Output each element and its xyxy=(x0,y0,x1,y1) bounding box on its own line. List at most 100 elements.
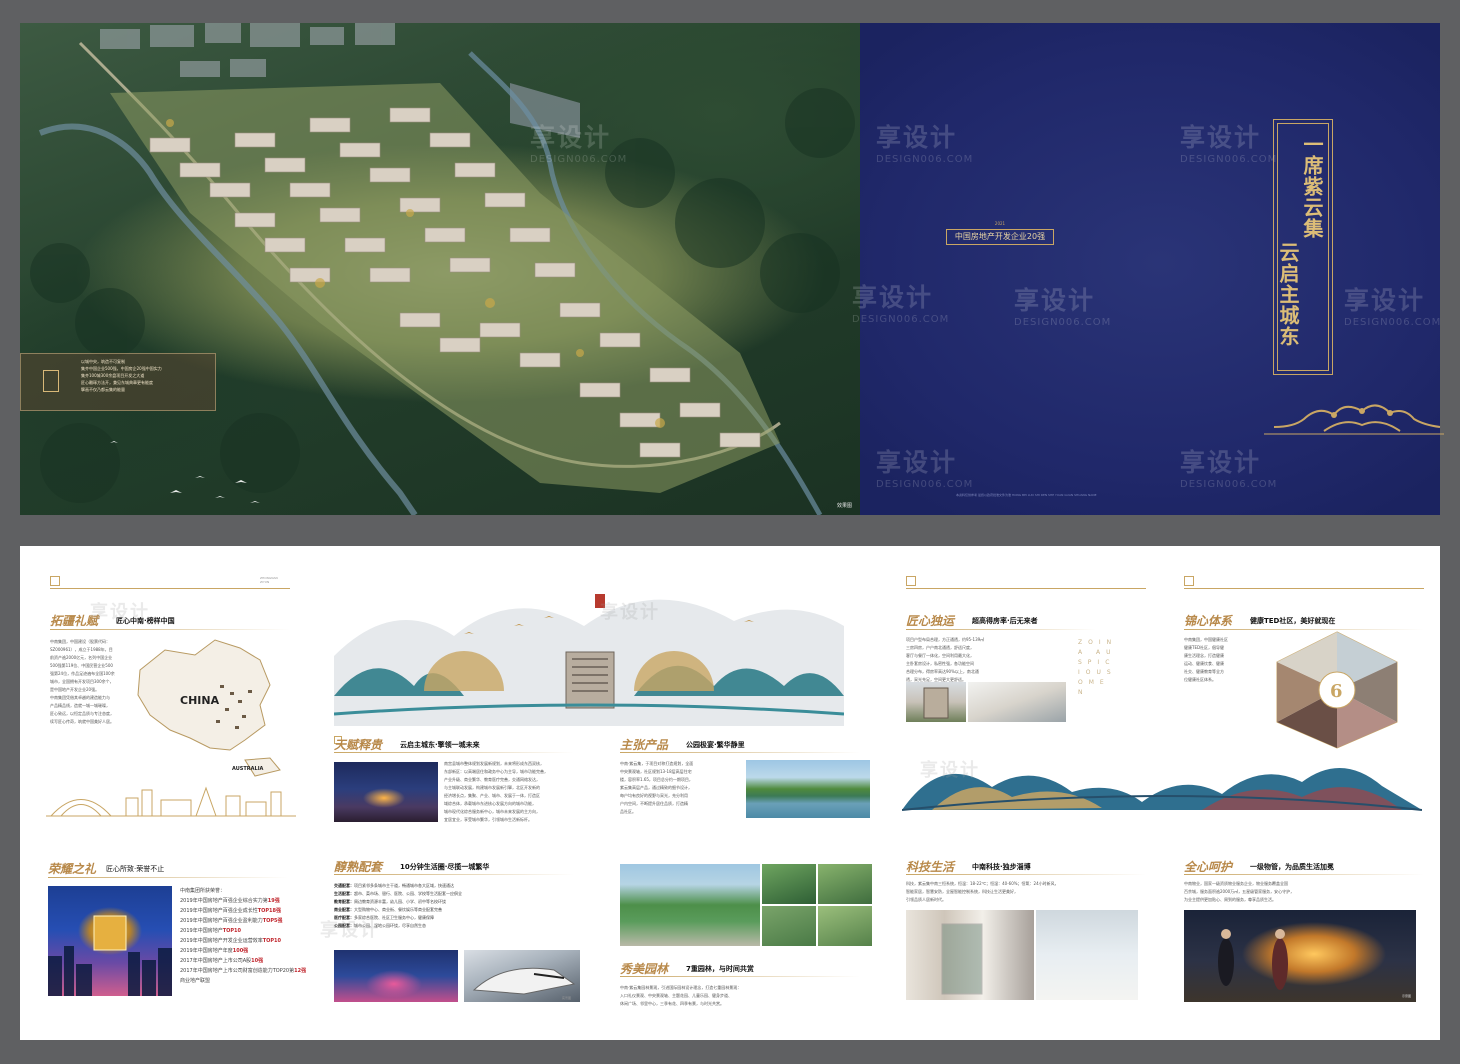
garden-photo xyxy=(818,864,872,904)
slogan-line-2: 云启主城东 xyxy=(1276,242,1300,347)
panel-company: ZHONGNAN ZIYUN 拓疆礼赋 匠心中南·榜样中国 中南集团，中国建设（… xyxy=(20,546,306,1040)
para-line: 东部新区：以高端居住和政务中心为主导，城市功能完善， xyxy=(444,769,548,774)
watermark-text: 享设计 xyxy=(1180,123,1262,152)
top-spread: 以城中央，筑造不可复制 集齐中国企业500强，中国房企20强中国实力 集齐100… xyxy=(20,23,1444,515)
honor-item: 2019年中国房地产百强企业成长性TOP18强 xyxy=(180,906,306,916)
garden-photo xyxy=(762,906,816,946)
property-service-text: 中南物业，国家一级资质物业服务企业，物业服务覆盖全国 百余城，服务面积逾2000… xyxy=(1184,880,1424,906)
section-subtitle: 云启主城东·擎领一城未来 xyxy=(400,741,480,749)
design-text: 项目户型布局合理，方正通透，约95-139㎡ 三房四房，户户南北通透，舒适尺度，… xyxy=(906,636,1066,686)
honor-text: 2019年中国房地产年度 xyxy=(180,948,233,954)
amenity-item: 交通配套：项目紧邻多条城市主干道，畅通城市各大区域，快速通达 xyxy=(334,882,462,890)
amenity-item: 商业配套：大型购物中心、商业街、餐饮娱乐等商业配套完善 xyxy=(334,906,462,914)
section-subtitle: 匠心所致·荣誉不止 xyxy=(106,865,165,873)
tech-text: 科技，紫云集中南三恒系统，恒温：18-22℃；恒湿：40-60%；恒氧：24小时… xyxy=(906,880,1146,906)
amenity-item: 教育配套：周边教育资源丰富，幼儿园、小学、初中等名校环绕 xyxy=(334,898,462,906)
commercial-photo xyxy=(334,950,458,1002)
city-night-photo xyxy=(48,886,172,996)
section-subtitle: 超高得房率·后无来者 xyxy=(972,617,1038,625)
honor-item: 2019年中国房地产百强企业综合实力第19强 xyxy=(180,896,306,906)
watermark: 享设计 DESIGN006.COM xyxy=(852,278,949,325)
section-title: 锦心体系 xyxy=(1184,614,1233,628)
aerial-caption: 效果图 xyxy=(836,503,852,509)
info-line: 擘画不仅乃都云集的能量 xyxy=(81,387,125,392)
people-icon xyxy=(1218,929,1288,990)
info-line: 以城中央，筑造不可复制 xyxy=(81,359,125,364)
amenity-key: 教育配套： xyxy=(334,899,354,904)
honor-rank: TOP10 xyxy=(222,928,242,934)
honor-item: 2019年中国房地产TOP10 xyxy=(180,926,306,936)
watermark-sub: DESIGN006.COM xyxy=(1180,479,1278,490)
amenity-value: 大型购物中心、商业街、餐饮娱乐等商业配套完善 xyxy=(354,907,442,912)
gold-corner-icon xyxy=(1184,576,1194,586)
para-line: 中南·紫云集，于项目对称打造规划，全面 xyxy=(620,761,694,766)
para-line: 前资产逾2000亿元，名列中国企业 xyxy=(50,655,113,660)
slogan-frame: 一席紫云集 云启主城东 xyxy=(1273,119,1333,375)
section-title: 全心呵护 xyxy=(1184,860,1233,874)
garden-photo-main xyxy=(620,864,760,946)
city-aerial-photo xyxy=(334,762,438,822)
para-line: 康生活理念，打造健康 xyxy=(1184,653,1224,658)
slogan-line-1: 一席紫云集 xyxy=(1300,134,1324,239)
section-rule xyxy=(48,877,288,878)
section-rule xyxy=(906,874,1146,875)
honor-text: 2019年中国房地产百强企业综合实力第 xyxy=(180,898,268,904)
section-rule xyxy=(620,752,860,753)
location-text: 南宫县城市整体规划发展新规划，未来将形成东西双核， 东部新区：以高端居住和政务中… xyxy=(444,760,574,826)
section-rule xyxy=(620,976,860,977)
watermark-text: 享设计 xyxy=(876,448,958,477)
watermark: 享设计 DESIGN006.COM xyxy=(1180,118,1277,165)
para-line: 城市，全国拥有开发项目300余个， xyxy=(50,679,114,684)
honor-rank: TOP18强 xyxy=(257,908,282,914)
watermark-sub: DESIGN006.COM xyxy=(1014,317,1112,328)
para-line: 合理分布，得房率高达90%以上，南北通 xyxy=(906,669,979,674)
badge-year: 2021 xyxy=(994,221,1006,226)
hexagon-center-number: 6 xyxy=(1330,681,1343,702)
garden-photo xyxy=(818,906,872,946)
para-line: 主卧套房设计，私密性强，各功能空间 xyxy=(906,661,974,666)
gold-corner-icon xyxy=(50,576,60,586)
panel-design-lifestyle: 匠心独运 超高得房率·后无来者 项目户型布局合理，方正通透，约95-139㎡ 三… xyxy=(872,546,1440,1040)
bottom-spread: ZHONGNAN ZIYUN 拓疆礼赋 匠心中南·榜样中国 中南集团，中国建设（… xyxy=(20,546,1440,1040)
para-line: 中南集团凭借其卓越的建造能力与 xyxy=(50,695,110,700)
para-line: 强第24位，作品足迹遍布全国100余 xyxy=(50,671,115,676)
honor-item: 2017年中国房地产上市公司财富创造能力TOP20第12强 xyxy=(180,966,306,976)
honor-text: 2017年中国房地产上市公司财富创造能力TOP20第 xyxy=(180,968,295,974)
para-line: 百余城，服务面积逾2000万㎡，五星级管家服务，安心守护， xyxy=(1184,889,1295,894)
para-line: 产品精品线，造就一城一城璀璨， xyxy=(50,703,110,708)
para-line: 是中国地产开发企业20强。 xyxy=(50,687,100,692)
para-line: 中南集团，中国建设（股票代码： xyxy=(50,639,110,644)
para-line: SZ000961），成立于1988年，目 xyxy=(50,647,113,652)
watermark: 享设计 xyxy=(90,602,150,623)
info-line: 匠心雕琢方法开，兼见东城典章更有能度 xyxy=(81,380,153,385)
para-line: 入口礼仪景观、中央景观轴、主题花园、儿童乐园、健身步道、 xyxy=(620,993,732,998)
section-title: 荣耀之礼 xyxy=(48,862,97,876)
amenity-key: 交通配套： xyxy=(334,883,354,888)
para-line: 500强第119位、中国民营企业500 xyxy=(50,663,113,668)
train-icon xyxy=(472,967,576,995)
para-line: 健康TED社区，倡导健 xyxy=(1184,645,1225,650)
honor-rank: TOP10 xyxy=(262,938,282,944)
honor-rank: 100强 xyxy=(232,948,249,954)
honor-text: 商业地产联盟 xyxy=(180,978,211,984)
para-line: 项目户型布局合理，方正通透，约95-139㎡ xyxy=(906,637,985,642)
watermark-text: 享设计 xyxy=(852,283,934,312)
section-subtitle: 中南科技·独步淄博 xyxy=(972,863,1031,871)
gold-rule xyxy=(906,588,1146,589)
honor-text: 2019年中国房地产开发企业运营效率 xyxy=(180,938,263,944)
amenity-value: 项目紧邻多条城市主干道，畅通城市各大区域，快速通达 xyxy=(354,883,454,888)
watermark-sub: DESIGN006.COM xyxy=(530,154,628,165)
amenity-key: 生活配套： xyxy=(334,891,354,896)
building-photo xyxy=(906,682,966,722)
company-intro: 中南集团，中国建设（股票代码： SZ000961），成立于1988年，目 前资产… xyxy=(50,638,120,748)
gold-rule xyxy=(50,588,290,589)
section-title: 科技生活 xyxy=(906,860,955,874)
section-rule xyxy=(334,874,574,875)
brand-tag: ZHONGNAN ZIYUN xyxy=(260,576,278,584)
honor-rank: TOP5强 xyxy=(262,918,283,924)
honors-intro: 中南集团所获荣誉： xyxy=(180,888,226,894)
para-line: 经济增长点，集聚、产业、城市、发展于一体，打造区 xyxy=(444,793,540,798)
health-text: 中南集团，中国健康社区 健康TED社区，倡导健 康生活理念，打造健康 运动、健康… xyxy=(1184,636,1254,706)
section-title: 秀美园林 xyxy=(620,962,669,976)
honor-item: 商业地产联盟 xyxy=(180,976,306,986)
